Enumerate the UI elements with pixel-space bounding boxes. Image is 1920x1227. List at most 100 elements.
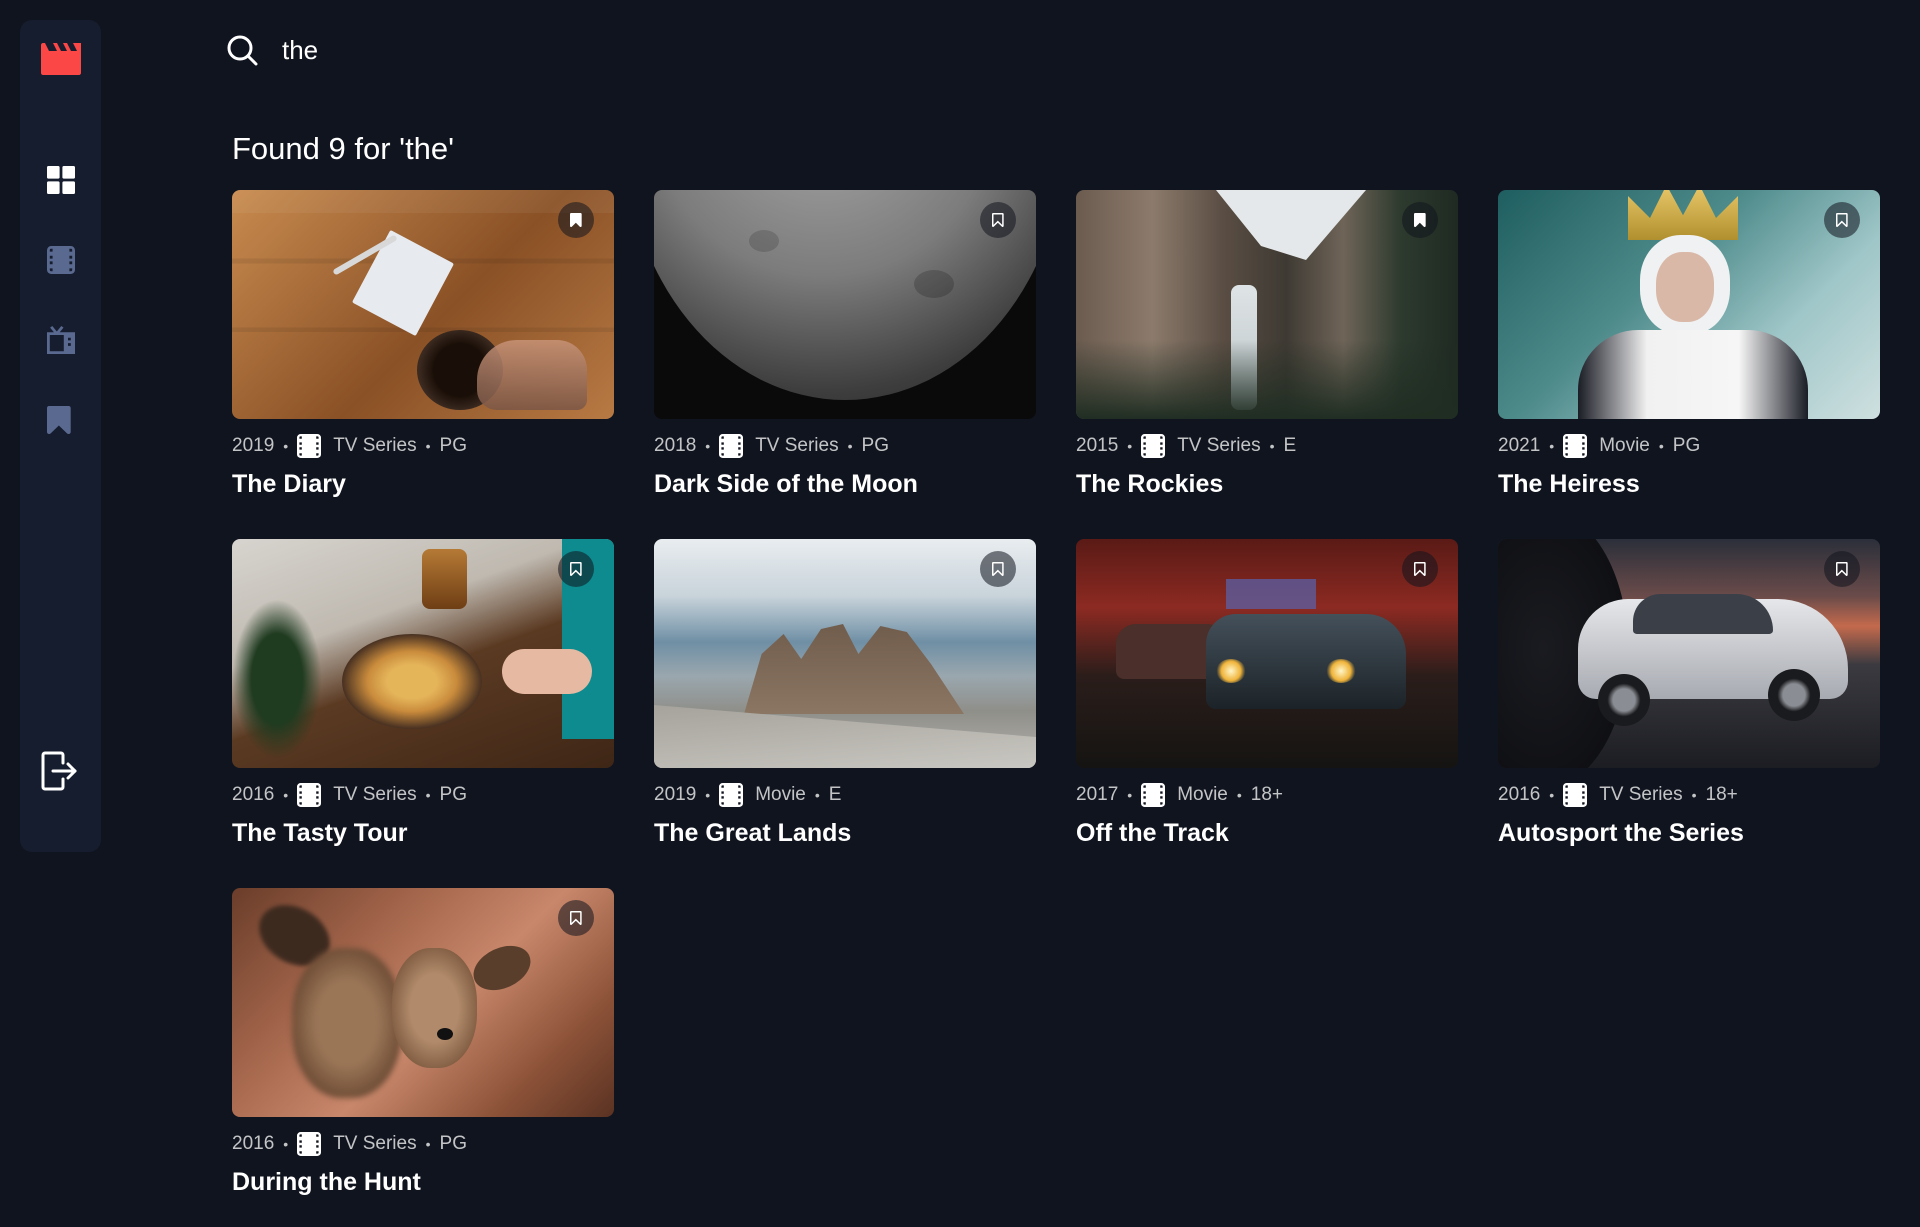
thumbnail-image[interactable] (232, 190, 614, 419)
bookmark-button[interactable] (980, 551, 1016, 587)
media-year: 2016 (232, 784, 275, 805)
separator-dot: • (1549, 787, 1555, 803)
media-rating: E (828, 784, 842, 805)
media-title[interactable]: The Great Lands (654, 819, 1036, 848)
thumbnail-image[interactable] (1076, 539, 1458, 768)
media-title[interactable]: Dark Side of the Moon (654, 470, 1036, 499)
bookmark-button[interactable] (1824, 551, 1860, 587)
media-year: 2017 (1076, 784, 1119, 805)
media-category: Movie (1177, 784, 1228, 805)
media-title[interactable]: The Diary (232, 470, 614, 499)
bookmark-button[interactable] (1402, 551, 1438, 587)
nav-home-icon[interactable] (47, 166, 75, 194)
thumbnail-image[interactable] (1076, 190, 1458, 419)
bookmark-button[interactable] (1402, 202, 1438, 238)
thumbnail-image[interactable] (1498, 190, 1880, 419)
bookmark-empty-icon (570, 911, 582, 925)
category-film-icon (719, 783, 744, 807)
media-year: 2018 (654, 435, 697, 456)
category-film-icon (1563, 434, 1588, 458)
thumbnail-image[interactable] (1498, 539, 1880, 768)
media-meta: 2019 • Movie • E (654, 783, 1036, 807)
thumbnail-image[interactable] (232, 888, 614, 1117)
category-film-icon (297, 434, 322, 458)
media-title[interactable]: The Tasty Tour (232, 819, 614, 848)
media-title[interactable]: During the Hunt (232, 1168, 614, 1197)
separator-dot: • (283, 438, 289, 454)
category-film-icon (1141, 434, 1166, 458)
media-card[interactable]: 2016 • TV Series • PG During the Hunt (232, 888, 614, 1197)
media-card[interactable]: 2016 • TV Series • PG The Tasty Tour (232, 539, 614, 848)
logout-icon[interactable] (39, 749, 79, 793)
media-title[interactable]: Off the Track (1076, 819, 1458, 848)
media-meta: 2018 • TV Series • PG (654, 434, 1036, 458)
separator-dot: • (847, 438, 853, 454)
media-year: 2016 (232, 1133, 275, 1154)
bookmark-full-icon (1414, 213, 1426, 227)
media-meta: 2016 • TV Series • PG (232, 1132, 614, 1156)
media-card[interactable]: 2019 • TV Series • PG The Diary (232, 190, 614, 499)
results-grid: 2019 • TV Series • PG The Diary 2018 • T… (232, 190, 1882, 1197)
media-card[interactable]: 2015 • TV Series • E The Rockies (1076, 190, 1458, 499)
search-icon (227, 35, 258, 66)
bookmark-empty-icon (570, 562, 582, 576)
media-card[interactable]: 2018 • TV Series • PG Dark Side of the M… (654, 190, 1036, 499)
separator-dot: • (1127, 438, 1133, 454)
media-rating: PG (439, 435, 467, 456)
media-rating: PG (861, 435, 889, 456)
media-card[interactable]: 2016 • TV Series • 18+ Autosport the Ser… (1498, 539, 1880, 848)
bookmark-button[interactable] (558, 551, 594, 587)
media-title[interactable]: Autosport the Series (1498, 819, 1880, 848)
bookmark-button[interactable] (1824, 202, 1860, 238)
bookmark-button[interactable] (980, 202, 1016, 238)
nav-tv-series-icon[interactable] (47, 326, 75, 354)
media-rating: 18+ (1250, 784, 1284, 805)
nav-movies-icon[interactable] (47, 246, 75, 274)
bookmark-full-icon (570, 213, 582, 227)
thumbnail-image[interactable] (654, 190, 1036, 419)
category-film-icon (297, 1132, 322, 1156)
media-rating: PG (439, 1133, 467, 1154)
media-year: 2016 (1498, 784, 1541, 805)
separator-dot: • (1658, 438, 1664, 454)
media-meta: 2019 • TV Series • PG (232, 434, 614, 458)
separator-dot: • (1691, 787, 1697, 803)
media-meta: 2016 • TV Series • PG (232, 783, 614, 807)
bookmark-button[interactable] (558, 202, 594, 238)
bookmark-empty-icon (992, 562, 1004, 576)
bookmark-empty-icon (1414, 562, 1426, 576)
media-category: TV Series (1177, 435, 1261, 456)
media-category: TV Series (1599, 784, 1683, 805)
separator-dot: • (1549, 438, 1555, 454)
category-film-icon (1563, 783, 1588, 807)
bookmark-button[interactable] (558, 900, 594, 936)
media-year: 2019 (654, 784, 697, 805)
media-rating: E (1283, 435, 1297, 456)
separator-dot: • (283, 1136, 289, 1152)
separator-dot: • (705, 787, 711, 803)
thumbnail-image[interactable] (232, 539, 614, 768)
media-meta: 2015 • TV Series • E (1076, 434, 1458, 458)
media-rating: PG (439, 784, 467, 805)
nav-bookmarks-icon[interactable] (47, 406, 75, 434)
media-card[interactable]: 2019 • Movie • E The Great Lands (654, 539, 1036, 848)
media-title[interactable]: The Rockies (1076, 470, 1458, 499)
separator-dot: • (283, 787, 289, 803)
media-year: 2019 (232, 435, 275, 456)
search-input[interactable] (282, 34, 1182, 66)
media-category: Movie (1599, 435, 1650, 456)
category-film-icon (719, 434, 744, 458)
media-year: 2015 (1076, 435, 1119, 456)
media-rating: PG (1672, 435, 1701, 456)
clapperboard-icon[interactable] (41, 43, 81, 75)
media-meta: 2017 • Movie • 18+ (1076, 783, 1458, 807)
media-card[interactable]: 2017 • Movie • 18+ Off the Track (1076, 539, 1458, 848)
thumbnail-image[interactable] (654, 539, 1036, 768)
media-category: TV Series (755, 435, 839, 456)
separator-dot: • (1127, 787, 1133, 803)
media-card[interactable]: 2021 • Movie • PG The Heiress (1498, 190, 1880, 499)
search-bar (226, 28, 1826, 72)
separator-dot: • (705, 438, 711, 454)
media-meta: 2016 • TV Series • 18+ (1498, 783, 1880, 807)
media-title[interactable]: The Heiress (1498, 470, 1880, 499)
